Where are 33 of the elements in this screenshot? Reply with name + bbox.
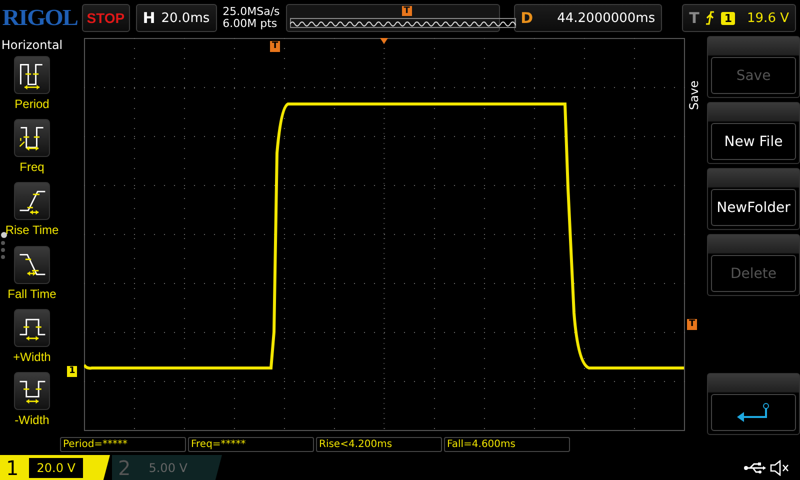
timebase-label: H: [142, 9, 156, 27]
delay-value: 44.2000000ms: [557, 10, 656, 26]
memory-depth: 6.00M pts: [222, 18, 278, 30]
timebase-panel[interactable]: H 20.0ms: [136, 4, 217, 32]
run-stop-button[interactable]: STOP: [82, 4, 130, 32]
menu-title: Save: [687, 80, 701, 110]
delay-label: D: [520, 9, 534, 27]
time-marker: T: [270, 41, 280, 52]
delay-panel[interactable]: D 44.2000000ms: [514, 4, 662, 32]
channel-number: 1: [6, 456, 19, 480]
measurement-readout: Fall=4.600ms: [444, 436, 570, 452]
trigger-level-marker: T: [687, 319, 698, 330]
measurement-readout: Freq=*****: [188, 436, 314, 452]
measurement-readout: Period=*****: [60, 436, 186, 452]
menu-button[interactable]: NewFolder: [707, 168, 800, 230]
menu-title: Horizontal: [1, 38, 63, 52]
measurement-readout: Rise<4.200ms: [316, 436, 442, 452]
channel-scale: 20.0 V: [28, 458, 84, 478]
channel-tab[interactable]: 1 20.0 V: [0, 455, 110, 480]
channel-number: 2: [118, 456, 131, 480]
channel-scale: 5.00 V: [148, 460, 188, 476]
sample-rate: 25.0MSa/s: [222, 6, 280, 18]
trigger-panel[interactable]: T 1 19.6 V: [682, 4, 796, 32]
trigger-position-marker: T: [402, 6, 412, 16]
menu-button[interactable]: New File: [707, 102, 800, 164]
logo: RIGOL: [2, 5, 78, 31]
trigger-source: 1: [721, 12, 736, 24]
trigger-label: T: [689, 9, 700, 27]
measure-item[interactable]: Fall Time: [8, 246, 56, 309]
channel-marker: 1: [67, 366, 78, 377]
trigger-level: 19.6 V: [747, 10, 789, 26]
timebase-value: 20.0ms: [161, 10, 210, 26]
measure-item[interactable]: Rise Time: [5, 182, 59, 246]
